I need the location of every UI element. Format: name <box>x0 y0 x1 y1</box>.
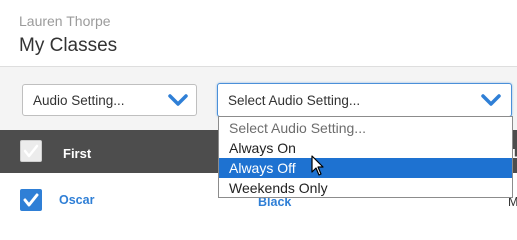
bulk-audio-setting-select[interactable]: Select Audio Setting... <box>217 83 512 117</box>
dropdown-option-placeholder[interactable]: Select Audio Setting... <box>219 118 512 138</box>
chevron-down-icon <box>168 93 188 110</box>
audio-setting-select[interactable]: Audio Setting... <box>22 84 197 116</box>
bulk-audio-setting-select-value: Select Audio Setting... <box>228 93 361 108</box>
student-first-name[interactable]: Oscar <box>59 193 94 207</box>
chevron-down-icon <box>481 93 501 110</box>
dropdown-option-always-on[interactable]: Always On <box>219 138 512 158</box>
select-all-checkbox[interactable] <box>20 140 42 162</box>
column-header-first[interactable]: First <box>63 146 91 161</box>
dropdown-option-weekends-only[interactable]: Weekends Only <box>219 178 512 198</box>
teacher-name: Lauren Thorpe <box>19 13 111 29</box>
page-title: My Classes <box>19 35 118 56</box>
row-checkbox[interactable] <box>20 189 42 211</box>
audio-setting-dropdown-list: Select Audio Setting... Always On Always… <box>218 116 513 198</box>
dropdown-option-always-off[interactable]: Always Off <box>219 158 512 178</box>
audio-setting-select-value: Audio Setting... <box>33 93 125 108</box>
mouse-pointer-icon <box>311 155 325 182</box>
page-header: Lauren Thorpe My Classes <box>0 0 517 66</box>
